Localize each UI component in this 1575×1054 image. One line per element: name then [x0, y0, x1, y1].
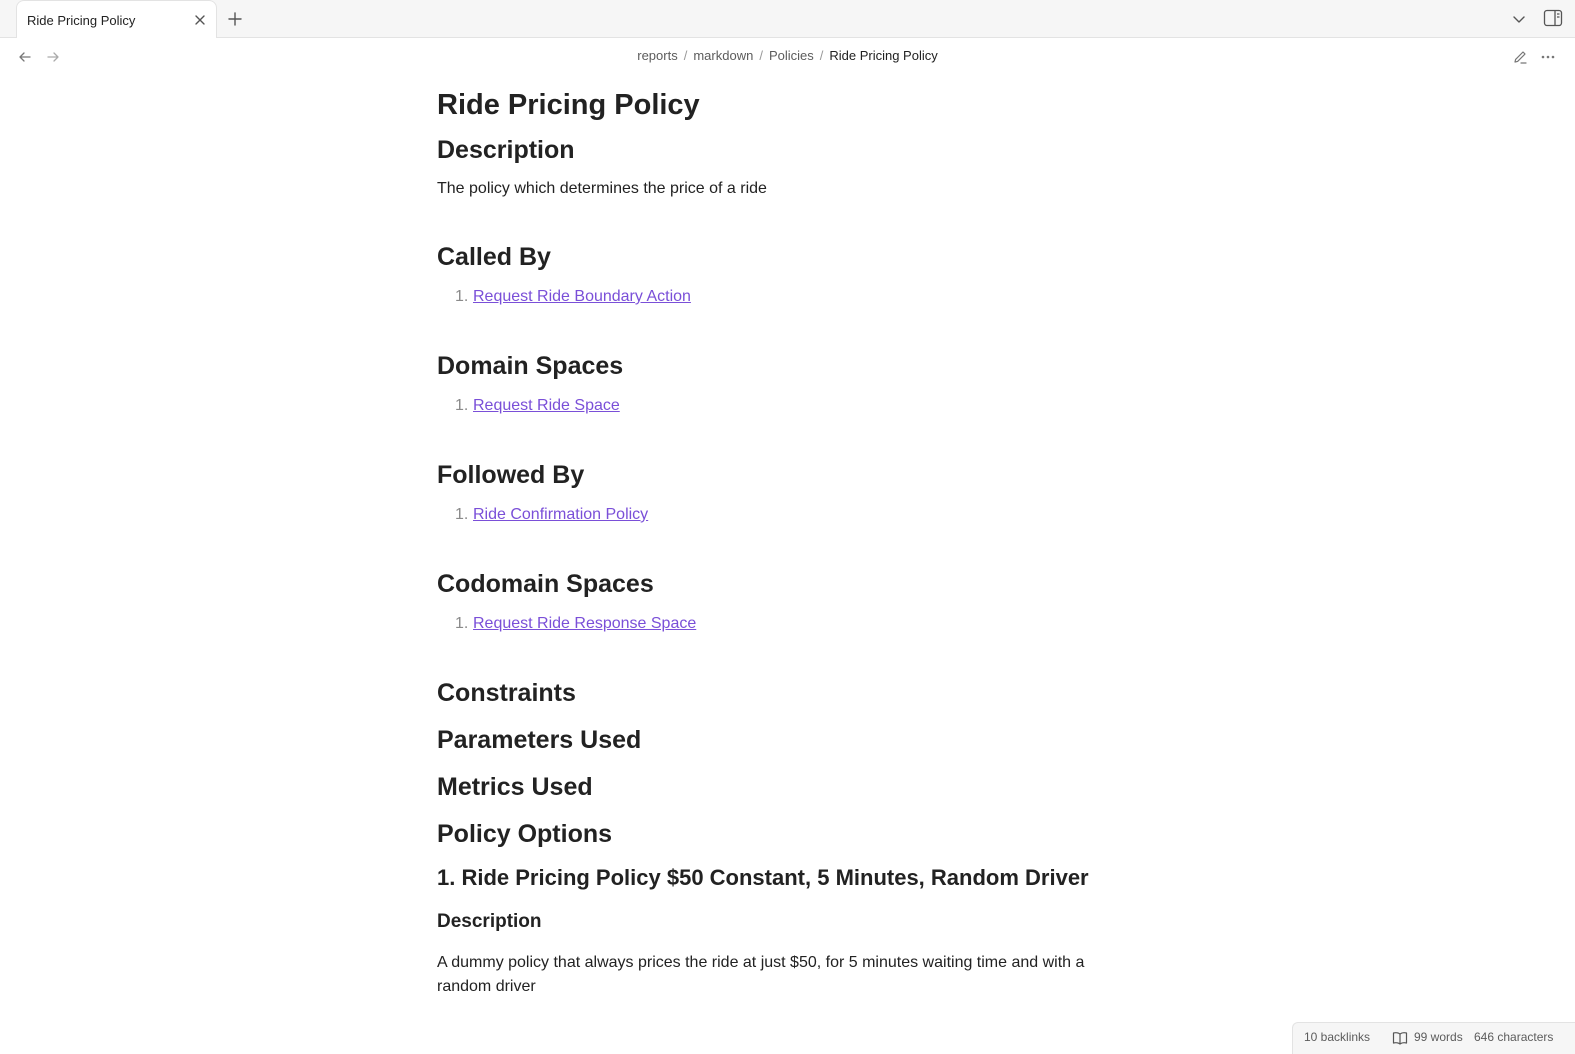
word-count: 99 words	[1414, 1030, 1463, 1044]
breadcrumb-separator: /	[759, 48, 763, 63]
heading-called-by: Called By	[437, 243, 551, 271]
heading-description: Description	[437, 136, 575, 164]
heading-constraints: Constraints	[437, 679, 576, 707]
called-by-list: 1. Request Ride Boundary Action	[437, 285, 1137, 309]
link-request-ride-response-space[interactable]: Request Ride Response Space	[473, 615, 696, 632]
breadcrumb-item-reports[interactable]: reports	[637, 48, 677, 63]
breadcrumb: reports / markdown / Policies / Ride Pricing P…	[0, 48, 1575, 63]
chevron-down-icon[interactable]	[1512, 12, 1526, 26]
heading-option-description: Description	[437, 911, 542, 932]
list-item: 1. Request Ride Response Space	[437, 612, 1137, 636]
link-request-ride-boundary-action[interactable]: Request Ride Boundary Action	[473, 288, 691, 305]
list-number: 1.	[455, 288, 469, 305]
heading-metrics-used: Metrics Used	[437, 773, 593, 801]
list-item: 1. Request Ride Space	[437, 394, 1137, 418]
heading-domain-spaces: Domain Spaces	[437, 352, 624, 380]
link-ride-confirmation-policy[interactable]: Ride Confirmation Policy	[473, 506, 648, 523]
page-title: Ride Pricing Policy	[437, 89, 700, 121]
pencil-icon[interactable]	[1512, 49, 1528, 65]
list-item: 1. Ride Confirmation Policy	[437, 503, 1137, 527]
tab-bar: Ride Pricing Policy	[0, 0, 1575, 38]
breadcrumb-item-markdown[interactable]: markdown	[693, 48, 753, 63]
tab-title: Ride Pricing Policy	[27, 13, 136, 28]
heading-codomain-spaces: Codomain Spaces	[437, 570, 654, 598]
close-icon[interactable]	[192, 12, 208, 28]
link-request-ride-space[interactable]: Request Ride Space	[473, 397, 620, 414]
plus-icon[interactable]	[226, 10, 244, 28]
breadcrumb-item-policies[interactable]: Policies	[769, 48, 814, 63]
list-number: 1.	[455, 397, 469, 414]
breadcrumb-separator: /	[819, 48, 824, 63]
document-content: Ride Pricing Policy Description The poli…	[437, 78, 1137, 999]
followed-by-list: 1. Ride Confirmation Policy	[437, 503, 1137, 527]
list-number: 1.	[455, 506, 469, 523]
heading-parameters-used: Parameters Used	[437, 726, 642, 754]
book-icon[interactable]	[1392, 1031, 1408, 1048]
description-text: The policy which determines the price of…	[437, 180, 767, 197]
list-number: 1.	[455, 615, 469, 632]
sidebar-toggle-icon[interactable]	[1543, 9, 1563, 27]
more-horizontal-icon[interactable]	[1540, 49, 1556, 65]
breadcrumb-separator: /	[683, 48, 688, 63]
heading-policy-options: Policy Options	[437, 820, 613, 848]
status-bar: 10 backlinks 99 words 646 characters	[1292, 1022, 1575, 1054]
backlinks-count[interactable]: 10 backlinks	[1304, 1030, 1370, 1044]
breadcrumb-item-current[interactable]: Ride Pricing Policy	[829, 48, 937, 63]
heading-policy-option-1: 1. Ride Pricing Policy $50 Constant, 5 M…	[437, 865, 1089, 890]
codomain-spaces-list: 1. Request Ride Response Space	[437, 612, 1137, 636]
domain-spaces-list: 1. Request Ride Space	[437, 394, 1137, 418]
tab-ride-pricing-policy[interactable]: Ride Pricing Policy	[16, 0, 217, 38]
option-description-text: A dummy policy that always prices the ri…	[437, 954, 1085, 995]
character-count: 646 characters	[1474, 1030, 1554, 1044]
list-item: 1. Request Ride Boundary Action	[437, 285, 1137, 309]
heading-followed-by: Followed By	[437, 461, 585, 489]
